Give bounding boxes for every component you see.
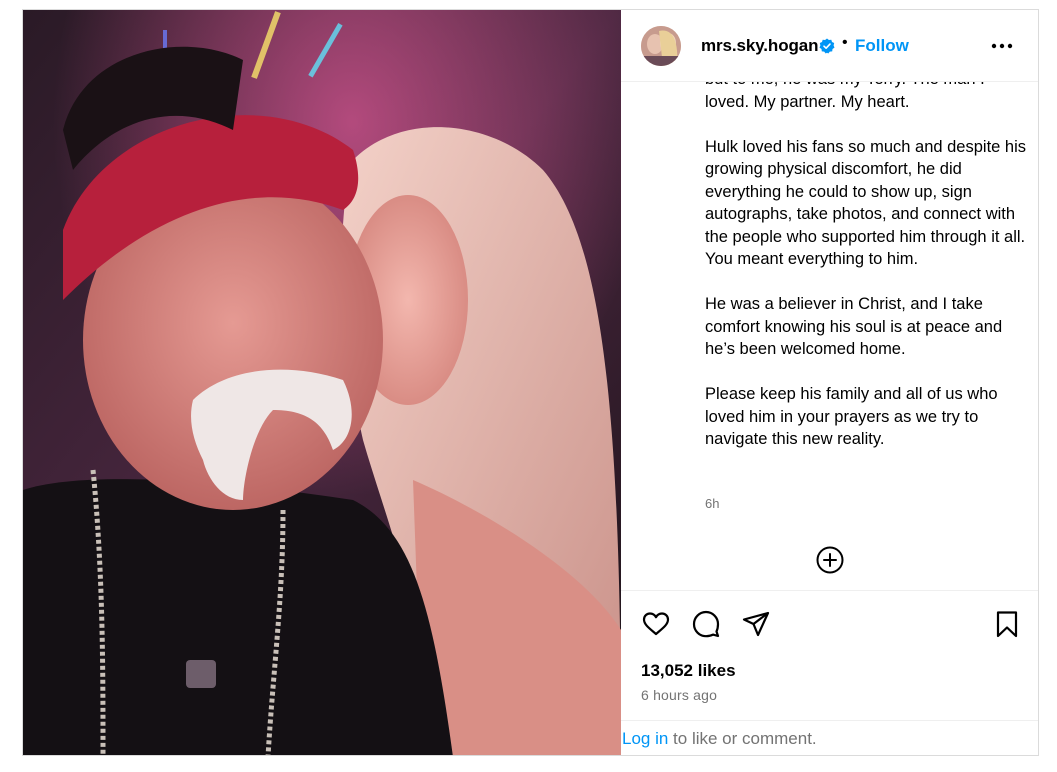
post-time[interactable]: 6 hours ago bbox=[641, 687, 717, 703]
caption-text: but to me, he was my Terry. The man I lo… bbox=[705, 82, 1030, 473]
caption-paragraph: Please keep his family and all of us who… bbox=[705, 385, 998, 448]
post-actions: 13,052 likes 6 hours ago Log in to like … bbox=[621, 590, 1038, 755]
caption-timestamp[interactable]: 6h bbox=[705, 496, 719, 511]
caption-scroll-area[interactable]: but to me, he was my Terry. The man I lo… bbox=[621, 82, 1038, 590]
post-photo-image bbox=[23, 10, 621, 755]
post-header: mrs.sky.hogan • Follow bbox=[621, 10, 1038, 82]
more-options-icon[interactable] bbox=[989, 36, 1015, 56]
avatar[interactable] bbox=[641, 26, 681, 66]
heart-icon[interactable] bbox=[641, 609, 671, 639]
follow-button[interactable]: Follow bbox=[855, 36, 909, 56]
post-dialog: mrs.sky.hogan • Follow but to me, he was… bbox=[22, 9, 1039, 756]
avatar-image bbox=[641, 26, 681, 66]
post-photo[interactable] bbox=[23, 10, 621, 755]
login-link[interactable]: Log in bbox=[622, 729, 668, 748]
comment-icon[interactable] bbox=[691, 609, 721, 639]
caption-paragraph: Hulk loved his fans so much and despite … bbox=[705, 137, 1027, 269]
likes-count[interactable]: 13,052 likes bbox=[641, 661, 736, 681]
add-circle-icon[interactable] bbox=[815, 545, 845, 575]
caption-paragraph: but to me, he was my Terry. The man I lo… bbox=[705, 82, 985, 111]
bookmark-icon[interactable] bbox=[992, 609, 1022, 639]
verified-badge-icon bbox=[819, 38, 835, 54]
separator-dot: • bbox=[842, 34, 848, 51]
post-side-panel: mrs.sky.hogan • Follow but to me, he was… bbox=[621, 10, 1038, 755]
username-link[interactable]: mrs.sky.hogan bbox=[701, 36, 819, 56]
share-icon[interactable] bbox=[741, 609, 771, 639]
login-prompt-text: to like or comment. bbox=[668, 729, 817, 748]
caption-paragraph: He was a believer in Christ, and I take … bbox=[705, 295, 1003, 358]
login-prompt: Log in to like or comment. bbox=[621, 720, 1038, 755]
